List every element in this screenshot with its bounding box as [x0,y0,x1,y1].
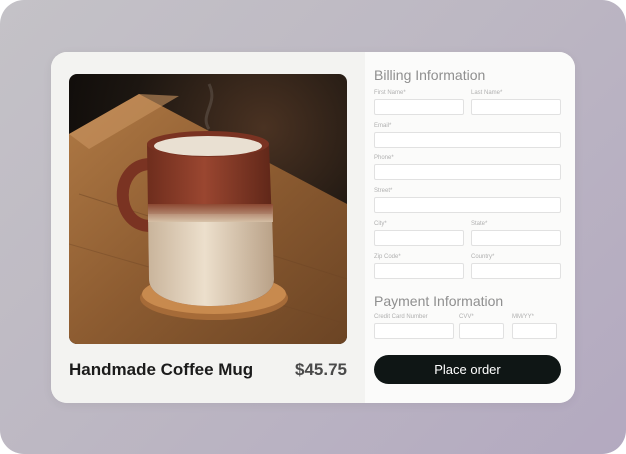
product-name: Handmade Coffee Mug [69,360,254,379]
city-label: City* [374,221,387,227]
country-field[interactable] [471,263,561,279]
email-label: Email* [374,123,392,129]
first-name-field[interactable] [374,99,464,115]
first-name-label: First Name* [374,90,406,96]
email-field[interactable] [374,132,561,148]
card-number-label: Credit Card Number [374,314,428,320]
product-price: $45.75 [295,360,347,379]
zip-label: Zip Code* [374,254,401,260]
last-name-field[interactable] [471,99,561,115]
expiry-field[interactable] [512,323,557,339]
cvv-field[interactable] [459,323,504,339]
last-name-label: Last Name* [471,90,503,96]
state-label: State* [471,221,488,227]
zip-field[interactable] [374,263,464,279]
checkout-card: Handmade Coffee Mug $45.75 Billing Infor… [51,52,575,403]
card-number-field[interactable] [374,323,454,339]
payment-title: Payment Information [374,293,504,309]
expiry-label: MM/YY* [512,314,535,320]
place-order-button[interactable]: Place order [374,355,561,384]
checkout-form: Billing Information First Name* Last Nam… [365,52,575,403]
billing-title: Billing Information [374,67,486,83]
cvv-label: CVV* [459,314,474,320]
product-image [69,74,347,344]
street-label: Street* [374,188,393,194]
state-field[interactable] [471,230,561,246]
country-label: Country* [471,254,495,260]
city-field[interactable] [374,230,464,246]
street-field[interactable] [374,197,561,213]
phone-label: Phone* [374,155,394,161]
phone-field[interactable] [374,164,561,180]
product-panel: Handmade Coffee Mug $45.75 [51,52,365,403]
